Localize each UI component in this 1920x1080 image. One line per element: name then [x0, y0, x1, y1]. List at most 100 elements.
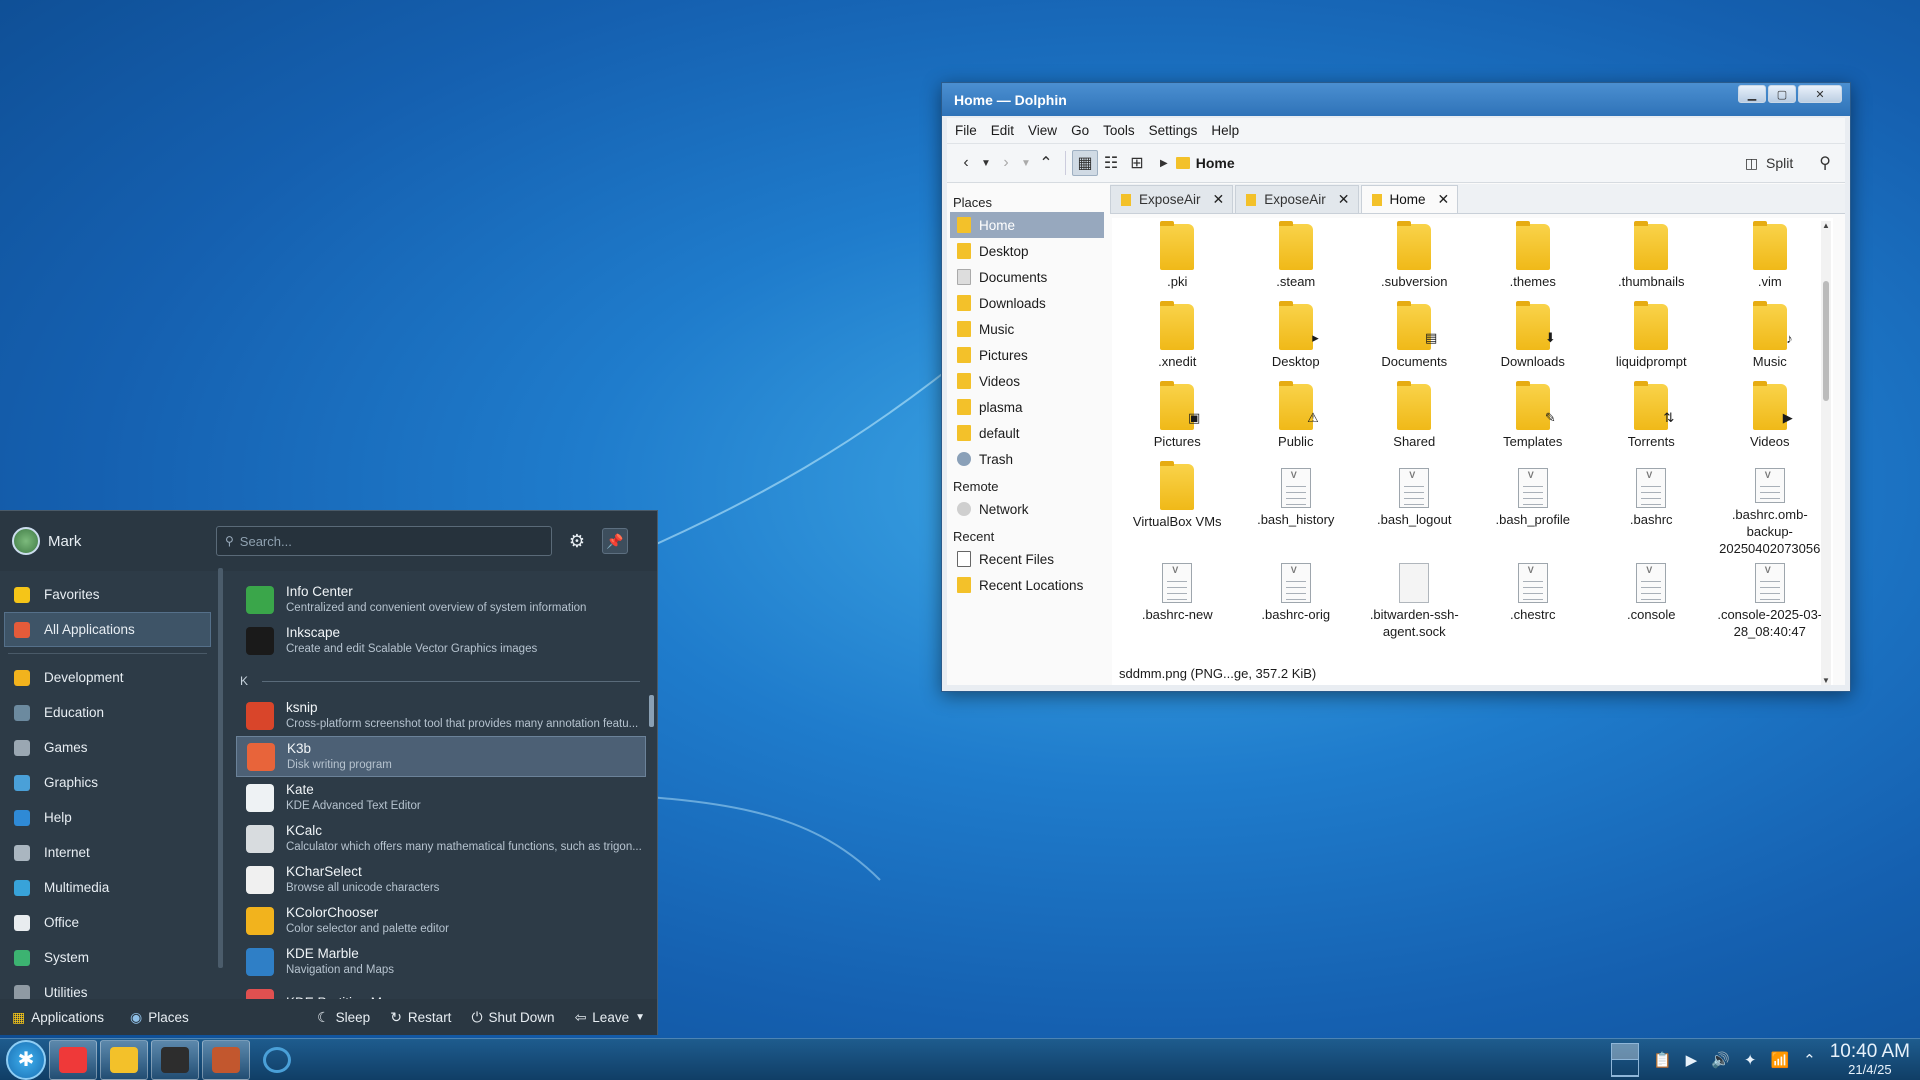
places-item[interactable]: default: [947, 420, 1107, 446]
desktop-pager[interactable]: [1610, 1042, 1639, 1077]
file-item[interactable]: Shared: [1355, 381, 1474, 462]
category-multimedia[interactable]: Multimedia: [0, 870, 215, 905]
back-icon[interactable]: ‹: [953, 150, 979, 176]
places-item[interactable]: Home: [950, 212, 1104, 238]
file-item[interactable]: .bitwarden-ssh-agent.sock: [1355, 557, 1474, 642]
places-item[interactable]: Downloads: [947, 290, 1107, 316]
app-item-kcolorchooser[interactable]: KColorChooser Color selector and palette …: [236, 900, 646, 941]
places-item[interactable]: plasma: [947, 394, 1107, 420]
settings-gear-icon[interactable]: ⚙: [564, 528, 590, 554]
places-item[interactable]: Documents: [947, 264, 1107, 290]
breadcrumb-home[interactable]: Home: [1196, 155, 1235, 171]
split-view-icon[interactable]: ◫: [1745, 155, 1758, 172]
category-education[interactable]: Education: [0, 695, 215, 730]
taskbar-terminal-button[interactable]: [151, 1039, 199, 1080]
app-item-kate[interactable]: Kate KDE Advanced Text Editor: [236, 777, 646, 818]
scroll-thumb[interactable]: [1823, 281, 1829, 401]
file-item[interactable]: VirtualBox VMs: [1118, 461, 1237, 557]
app-item-k3b[interactable]: K3b Disk writing program: [236, 736, 646, 777]
file-item[interactable]: ⬇ Downloads: [1474, 301, 1593, 382]
search-icon[interactable]: ⚲: [1819, 153, 1831, 173]
category-graphics[interactable]: Graphics: [0, 765, 215, 800]
leave-button[interactable]: ⇦ Leave ▼: [575, 1009, 645, 1026]
app-list-scrollbar[interactable]: [649, 695, 654, 727]
compact-view-icon[interactable]: ☷: [1098, 150, 1124, 176]
places-item[interactable]: Videos: [947, 368, 1107, 394]
places-item[interactable]: Music: [947, 316, 1107, 342]
menu-file[interactable]: File: [955, 123, 977, 138]
file-item[interactable]: .console-2025-03-28_08:40:47: [1711, 557, 1830, 642]
file-item[interactable]: ⚠ Public: [1237, 381, 1356, 462]
menu-settings[interactable]: Settings: [1149, 123, 1198, 138]
back-dropdown-icon[interactable]: ▼: [979, 150, 993, 176]
tab-home[interactable]: Home ✕: [1360, 185, 1459, 213]
split-button[interactable]: Split: [1766, 155, 1793, 171]
scroll-up-icon[interactable]: ▲: [1822, 221, 1830, 230]
file-item[interactable]: ▶ Videos: [1711, 381, 1830, 462]
file-item[interactable]: .bashrc: [1592, 462, 1711, 557]
window-titlebar[interactable]: Home — Dolphin ▁ ▢ ✕: [942, 83, 1850, 116]
forward-dropdown-icon[interactable]: ▼: [1019, 150, 1033, 176]
file-item[interactable]: .pki: [1118, 221, 1237, 302]
file-item[interactable]: .xnedit: [1118, 301, 1237, 382]
file-item[interactable]: .bashrc-orig: [1237, 557, 1356, 642]
up-icon[interactable]: ⌃: [1033, 150, 1059, 176]
file-item[interactable]: ✎ Templates: [1474, 381, 1593, 462]
places-item[interactable]: Recent Locations: [947, 572, 1107, 598]
close-tab-icon[interactable]: ✕: [1338, 191, 1350, 208]
category-games[interactable]: Games: [0, 730, 215, 765]
file-item[interactable]: liquidprompt: [1592, 301, 1711, 382]
menu-tools[interactable]: Tools: [1103, 123, 1135, 138]
file-item[interactable]: .subversion: [1355, 221, 1474, 302]
network-icon[interactable]: 📶: [1770, 1051, 1789, 1069]
kde-connect-icon[interactable]: ✦: [1744, 1051, 1757, 1069]
restart-button[interactable]: ↻ Restart: [390, 1009, 451, 1026]
launcher-search-input[interactable]: ⚲ Search...: [216, 526, 552, 556]
menu-go[interactable]: Go: [1071, 123, 1089, 138]
file-item[interactable]: .bash_profile: [1474, 462, 1593, 557]
file-item[interactable]: .chestrc: [1474, 557, 1593, 642]
places-item[interactable]: Desktop: [947, 238, 1107, 264]
file-item[interactable]: ▣ Pictures: [1118, 381, 1237, 462]
file-item[interactable]: ▤ Documents: [1355, 301, 1474, 382]
places-tab[interactable]: ◉ Places: [130, 1009, 189, 1026]
category-all-applications[interactable]: All Applications: [4, 612, 211, 647]
app-item-kcharselect[interactable]: KCharSelect Browse all unicode characters: [236, 859, 646, 900]
pin-icon[interactable]: 📌: [602, 528, 628, 554]
details-view-icon[interactable]: ⊞: [1124, 150, 1150, 176]
close-tab-icon[interactable]: ✕: [1438, 191, 1450, 208]
category-development[interactable]: Development: [0, 660, 215, 695]
menu-view[interactable]: View: [1028, 123, 1057, 138]
places-item[interactable]: Trash: [947, 446, 1107, 472]
file-item[interactable]: ▸ Desktop: [1237, 301, 1356, 382]
tab-exposeair[interactable]: ExposeAir ✕: [1110, 185, 1234, 213]
vertical-scrollbar[interactable]: ▲ ▼: [1821, 221, 1831, 685]
app-item-kcalc[interactable]: KCalc Calculator which offers many mathem…: [236, 818, 646, 859]
close-tab-icon[interactable]: ✕: [1213, 191, 1225, 208]
file-item[interactable]: .bash_history: [1237, 462, 1356, 557]
places-item[interactable]: Network: [947, 496, 1107, 522]
shutdown-button[interactable]: ⏻ Shut Down: [471, 1009, 554, 1026]
app-item-ksnip[interactable]: ksnip Cross-platform screenshot tool that…: [236, 695, 646, 736]
file-item[interactable]: .thumbnails: [1592, 221, 1711, 302]
taskbar-ksnip-taskbar-button[interactable]: [202, 1039, 250, 1080]
category-system[interactable]: System: [0, 940, 215, 975]
app-item-inkscape[interactable]: Inkscape Create and edit Scalable Vector …: [236, 620, 646, 661]
clipboard-icon[interactable]: 📋: [1653, 1051, 1672, 1069]
file-item[interactable]: ♪ Music: [1711, 301, 1830, 382]
sleep-button[interactable]: ☾ Sleep: [317, 1009, 370, 1026]
applications-tab[interactable]: ▦ Applications: [12, 1009, 104, 1026]
category-office[interactable]: Office: [0, 905, 215, 940]
category-internet[interactable]: Internet: [0, 835, 215, 870]
clock[interactable]: 10:40 AM 21/4/25: [1830, 1041, 1910, 1078]
taskbar-app-button[interactable]: [253, 1040, 301, 1080]
file-item[interactable]: .themes: [1474, 221, 1593, 302]
avatar[interactable]: [12, 527, 40, 555]
volume-icon[interactable]: 🔊: [1711, 1051, 1730, 1069]
menu-edit[interactable]: Edit: [991, 123, 1014, 138]
tab-exposeair[interactable]: ExposeAir ✕: [1235, 185, 1359, 213]
minimize-button[interactable]: ▁: [1738, 85, 1766, 103]
maximize-button[interactable]: ▢: [1768, 85, 1796, 103]
forward-icon[interactable]: ›: [993, 150, 1019, 176]
file-item[interactable]: .bash_logout: [1355, 462, 1474, 557]
